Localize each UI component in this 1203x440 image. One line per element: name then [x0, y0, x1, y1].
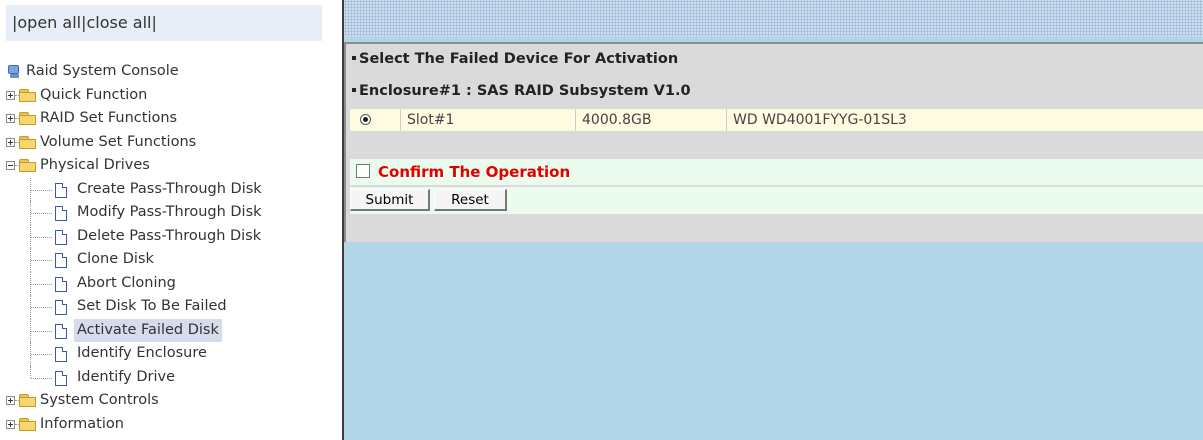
tree-child-modify-pass-through-disk[interactable]: Modify Pass-Through Disk: [0, 201, 342, 225]
page-icon: [55, 182, 67, 198]
folder-open-icon: [19, 159, 37, 172]
capacity-cell: 4000.8GB: [575, 109, 726, 131]
tree-view: Raid System Console Quick Function RAID …: [0, 60, 342, 436]
expand-icon[interactable]: [6, 90, 15, 100]
folder-icon: [19, 394, 37, 407]
bullet-icon: [352, 56, 356, 60]
page-icon: [55, 300, 67, 315]
expand-icon[interactable]: [6, 137, 15, 147]
page-icon: [55, 370, 67, 386]
tree-item-information[interactable]: Information: [0, 413, 342, 437]
tree-item-volume-set-functions[interactable]: Volume Set Functions: [0, 131, 342, 155]
open-close-bar: |open all|close all|: [6, 5, 322, 41]
selected-item-label: Activate Failed Disk: [74, 318, 222, 342]
computer-icon: [8, 65, 20, 78]
expand-icon[interactable]: [6, 114, 15, 123]
confirm-row: Confirm The Operation: [350, 159, 1203, 185]
tree-item-quick-function[interactable]: Quick Function: [0, 84, 342, 108]
folder-icon: [19, 112, 37, 125]
enclosure-title: Enclosure#1 : SAS RAID Subsystem V1.0: [359, 83, 691, 99]
open-all-link[interactable]: open all: [17, 13, 81, 32]
tree-child-activate-failed-disk[interactable]: Activate Failed Disk: [0, 318, 342, 342]
page-icon: [55, 206, 67, 221]
content-frame: Select The Failed Device For Activation …: [344, 0, 1203, 440]
navigation-tree-panel: |open all|close all| Raid System Console…: [0, 0, 342, 440]
tree-child-abort-cloning[interactable]: Abort Cloning: [0, 271, 342, 295]
device-radio[interactable]: [360, 114, 371, 125]
confirm-checkbox[interactable]: [356, 164, 370, 178]
tree-child-set-disk-to-be-failed[interactable]: Set Disk To Be Failed: [0, 295, 342, 319]
device-row[interactable]: Slot#1 4000.8GB WD WD4001FYYG-01SL3: [350, 109, 1203, 131]
page-icon: [55, 323, 67, 339]
page-icon: [55, 253, 67, 268]
header-pattern-strip: [344, 0, 1203, 38]
collapse-icon[interactable]: [6, 161, 15, 170]
confirm-label: Confirm The Operation: [378, 163, 571, 181]
tree-root[interactable]: Raid System Console: [0, 60, 342, 84]
model-cell: WD WD4001FYYG-01SL3: [726, 109, 1203, 131]
section-title: Select The Failed Device For Activation: [359, 51, 679, 67]
tree-item-physical-drives[interactable]: Physical Drives: [0, 154, 342, 178]
button-row: Submit Reset: [350, 187, 1203, 214]
folder-icon: [19, 135, 37, 149]
tree-item-system-controls[interactable]: System Controls: [0, 389, 342, 413]
tree-item-raid-set-functions[interactable]: RAID Set Functions: [0, 107, 342, 131]
submit-button[interactable]: Submit: [350, 189, 430, 211]
expand-icon[interactable]: [6, 419, 15, 429]
page-icon: [55, 229, 67, 245]
folder-icon: [19, 417, 37, 431]
tree-child-create-pass-through-disk[interactable]: Create Pass-Through Disk: [0, 177, 342, 201]
section-header: Select The Failed Device For Activation: [350, 47, 1203, 72]
enclosure-header: Enclosure#1 : SAS RAID Subsystem V1.0: [350, 79, 1203, 104]
close-all-link[interactable]: close all: [87, 13, 152, 32]
tree-child-delete-pass-through-disk[interactable]: Delete Pass-Through Disk: [0, 224, 342, 248]
tree-child-identify-enclosure[interactable]: Identify Enclosure: [0, 342, 342, 366]
tree-child-clone-disk[interactable]: Clone Disk: [0, 248, 342, 272]
folder-icon: [19, 88, 37, 102]
reset-button[interactable]: Reset: [434, 189, 507, 211]
tree-root-label: Raid System Console: [26, 63, 179, 79]
page-icon: [55, 276, 67, 292]
tree-child-identify-drive[interactable]: Identify Drive: [0, 365, 342, 390]
expand-icon[interactable]: [6, 396, 15, 405]
bullet-icon: [352, 88, 356, 92]
activate-failed-disk-panel: Select The Failed Device For Activation …: [344, 42, 1203, 242]
page-icon: [55, 347, 67, 362]
slot-cell: Slot#1: [400, 109, 575, 131]
